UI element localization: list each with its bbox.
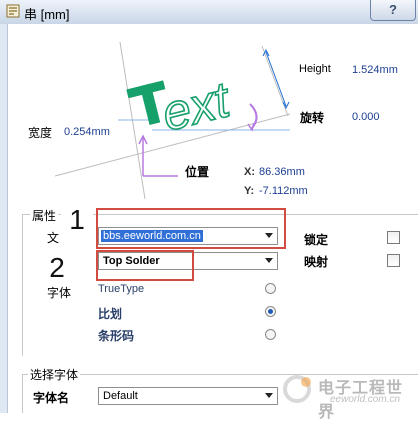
highlight-box-1 xyxy=(96,208,286,249)
font-option-truetype-radio[interactable] xyxy=(265,283,276,294)
properties-border xyxy=(22,214,23,356)
y-value: -7.112mm xyxy=(259,185,308,197)
help-button[interactable]: ? xyxy=(370,0,416,21)
font-option-stroke-label: 比划 xyxy=(98,307,123,321)
height-label: Height xyxy=(299,63,331,75)
properties-title: 属性 xyxy=(30,207,59,224)
text-label: 文 xyxy=(47,231,60,245)
callout-two: 2 xyxy=(40,250,74,286)
lock-checkbox[interactable] xyxy=(387,231,400,244)
mirror-label: 映射 xyxy=(304,255,329,269)
font-type-label: 字体 xyxy=(47,286,72,300)
mirror-checkbox[interactable] xyxy=(387,254,400,267)
font-name-combobox[interactable]: Default xyxy=(98,387,278,405)
rotation-label: 旋转 xyxy=(300,111,325,125)
width-value: 0.254mm xyxy=(64,126,110,138)
font-section-border xyxy=(22,374,23,413)
x-label: X: xyxy=(244,166,255,178)
font-option-stroke-radio[interactable] xyxy=(265,306,276,317)
lock-label: 锁定 xyxy=(304,233,329,247)
chevron-down-icon[interactable] xyxy=(265,258,273,263)
x-value: 86.36mm xyxy=(259,166,305,178)
eeworld-logo-icon xyxy=(283,375,311,403)
rotation-value: 0.000 xyxy=(352,111,380,123)
window-title: 串 [mm] xyxy=(24,7,70,22)
font-name-label: 字体名 xyxy=(33,391,70,405)
position-label: 位置 xyxy=(185,165,210,179)
width-label: 宽度 xyxy=(28,126,53,140)
height-value: 1.524mm xyxy=(352,64,398,76)
font-option-truetype-label: TrueType xyxy=(98,283,145,295)
font-section-title: 选择字体 xyxy=(28,366,81,383)
watermark-url: eeworld.com.cn xyxy=(330,394,401,405)
font-option-barcode-label: 条形码 xyxy=(98,329,135,343)
string-icon xyxy=(6,4,20,18)
chevron-down-icon[interactable] xyxy=(265,393,273,398)
callout-one: 1 xyxy=(60,202,94,238)
y-label: Y: xyxy=(244,185,255,197)
font-name-value: Default xyxy=(103,390,138,402)
highlight-box-2 xyxy=(96,250,194,281)
font-option-barcode-radio[interactable] xyxy=(265,329,276,340)
